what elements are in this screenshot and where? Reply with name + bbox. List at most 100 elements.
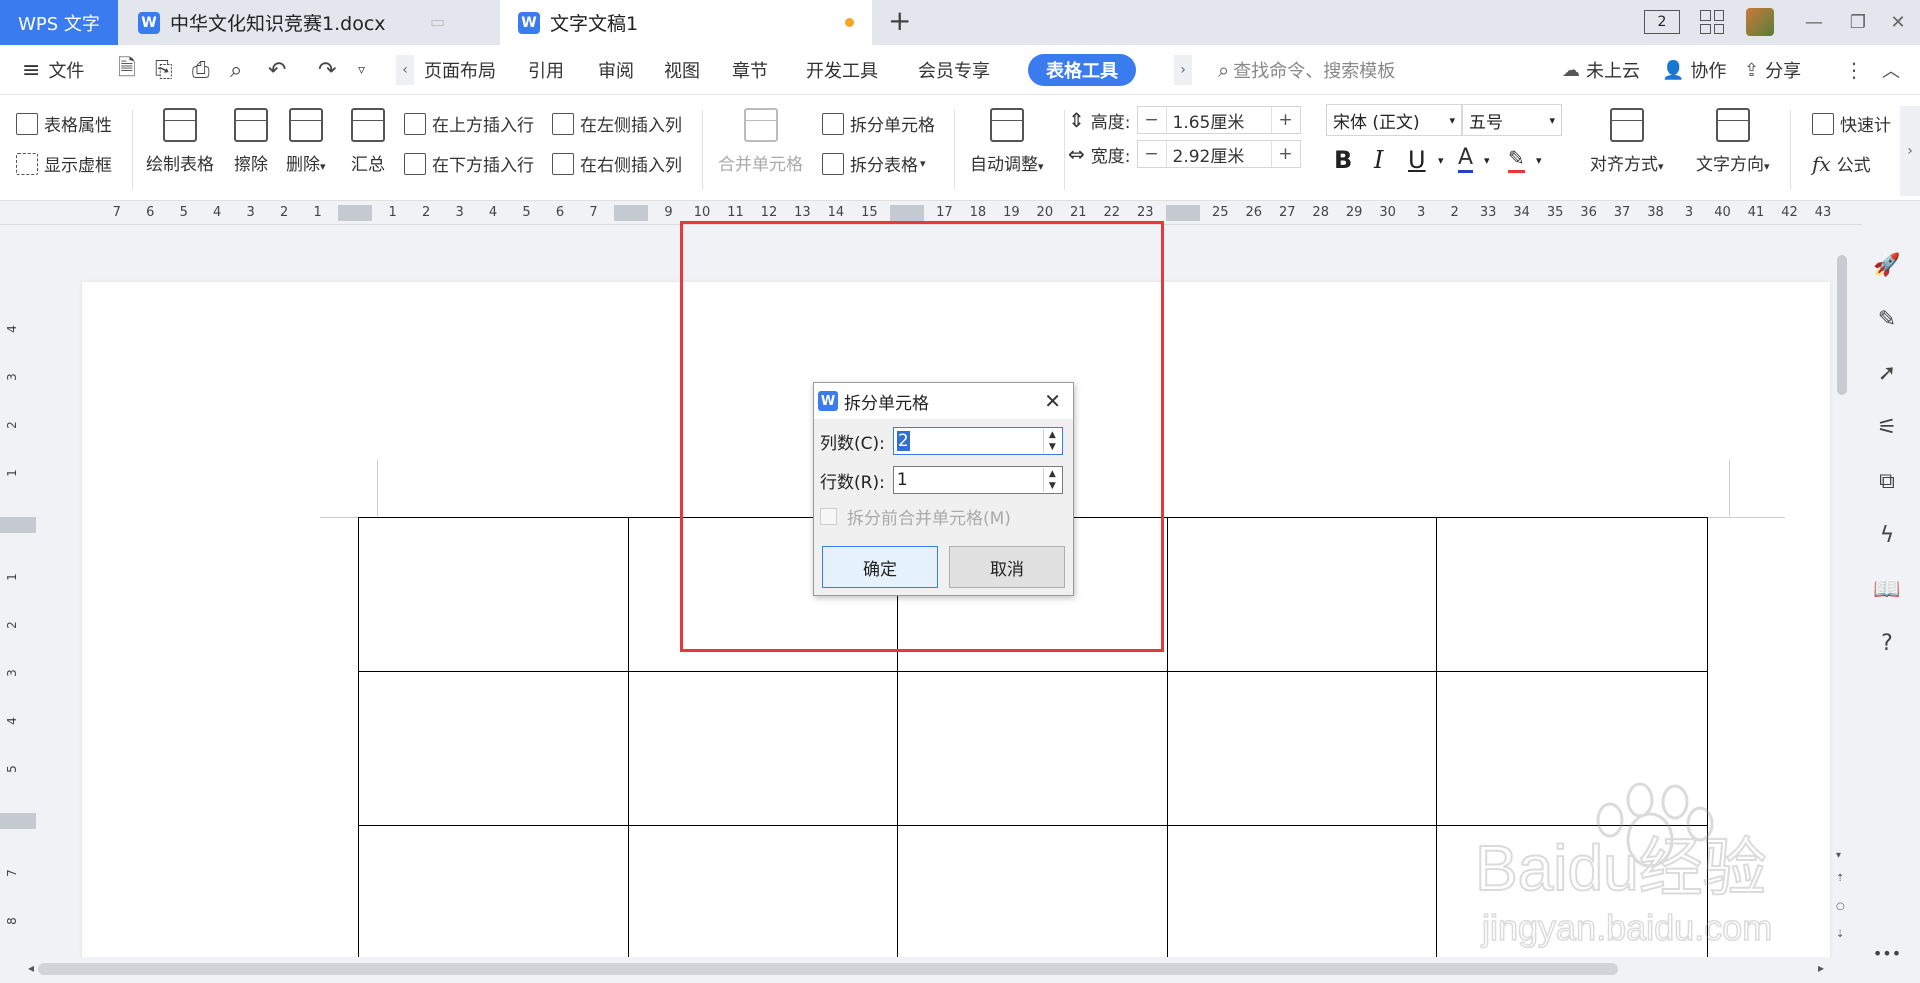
tab-developer[interactable]: 开发工具	[806, 45, 878, 95]
font-color-icon[interactable]: A	[1458, 146, 1474, 173]
italic-icon[interactable]: I	[1374, 146, 1383, 174]
scrollbar-thumb[interactable]	[38, 963, 1618, 975]
sliders-icon[interactable]: ⚟	[1872, 412, 1902, 442]
merge-before-checkbox[interactable]	[820, 508, 837, 525]
new-tab-button[interactable]: +	[888, 4, 911, 37]
col-width-stepper[interactable]: − 2.92厘米 +	[1136, 140, 1301, 168]
formula-button[interactable]: fx 公式	[1812, 151, 1871, 177]
bold-icon[interactable]: B	[1334, 146, 1352, 174]
undo-icon[interactable]: ↶	[268, 45, 286, 95]
dropdown-caret-icon[interactable]: ▾	[1484, 154, 1490, 167]
file-menu[interactable]: ≡ 文件	[22, 45, 84, 95]
increase-width-button[interactable]: +	[1272, 144, 1300, 164]
redo-icon[interactable]: ↷	[318, 45, 336, 95]
align-button[interactable]: 对齐方式▾	[1590, 108, 1664, 175]
tab-document-2[interactable]: W 文字文稿1	[500, 0, 872, 45]
pen-icon[interactable]: ✎	[1872, 304, 1902, 334]
close-icon[interactable]: ✕	[1044, 389, 1061, 413]
table-cell[interactable]	[628, 672, 899, 826]
cloud-status-button[interactable]: ☁ 未上云	[1562, 45, 1640, 95]
dialog-title-bar[interactable]: W 拆分单元格 ✕	[814, 383, 1073, 419]
print-preview-icon[interactable]: ⌕	[230, 45, 242, 95]
scroll-left-icon[interactable]: ‹	[396, 55, 414, 85]
table-cell[interactable]	[359, 672, 629, 826]
draw-table-button[interactable]: 绘制表格	[146, 108, 214, 175]
table-cell[interactable]	[1437, 518, 1707, 672]
font-family-select[interactable]: 宋体 (正文) ▾	[1326, 104, 1462, 136]
dropdown-caret-icon[interactable]: ▾	[1438, 154, 1444, 167]
lightning-icon[interactable]: ϟ	[1872, 520, 1902, 550]
prev-page-icon[interactable]: ⇡	[1836, 873, 1844, 884]
table-cell[interactable]	[1167, 518, 1438, 672]
split-table-button[interactable]: 拆分表格 ▾	[822, 151, 926, 176]
scrollbar-thumb[interactable]	[1837, 255, 1847, 395]
increase-height-button[interactable]: +	[1272, 110, 1300, 130]
show-grid-button[interactable]: 显示虚框	[16, 151, 112, 176]
collapse-ribbon-icon[interactable]: ︿	[1882, 45, 1900, 95]
page-count-button[interactable]: 2	[1644, 10, 1680, 34]
apps-grid-icon[interactable]	[1700, 10, 1724, 34]
tab-table-tools[interactable]: 表格工具	[1028, 54, 1136, 86]
close-icon[interactable]: ✕	[1876, 0, 1920, 45]
insert-row-below-button[interactable]: 在下方插入行	[404, 151, 534, 176]
more-icon[interactable]: ⋮	[1844, 45, 1864, 95]
tab-references[interactable]: 引用	[528, 45, 564, 95]
scroll-right-icon[interactable]: ▸	[1818, 961, 1824, 975]
table-cell[interactable]	[359, 518, 629, 672]
decrease-height-button[interactable]: −	[1138, 110, 1166, 130]
table-properties-button[interactable]: 表格属性	[16, 111, 112, 136]
collab-button[interactable]: 👤 协作	[1662, 45, 1726, 95]
ok-button[interactable]: 确定	[822, 546, 938, 588]
table-cell[interactable]	[1167, 672, 1438, 826]
split-cells-button[interactable]: 拆分单元格	[822, 111, 935, 136]
horizontal-scrollbar[interactable]: ◂ ▸	[24, 957, 1834, 981]
decrease-icon[interactable]: ▼	[1044, 480, 1061, 492]
save-icon[interactable]: 🗎	[118, 45, 136, 95]
auto-fit-button[interactable]: 自动调整▾	[970, 108, 1044, 175]
insert-row-above-button[interactable]: 在上方插入行	[404, 111, 534, 136]
underline-icon[interactable]: U	[1408, 146, 1426, 174]
text-direction-button[interactable]: 文字方向▾	[1696, 108, 1770, 175]
cursor-icon[interactable]: ➚	[1872, 358, 1902, 388]
vertical-scrollbar[interactable]: ▾ ⇡ ○ ⇣	[1834, 225, 1850, 955]
book-search-icon[interactable]: 📖	[1872, 574, 1902, 604]
avatar[interactable]	[1746, 8, 1774, 36]
table-cell[interactable]	[898, 672, 1168, 826]
tab-view[interactable]: 视图	[664, 45, 700, 95]
erase-button[interactable]: 擦除	[234, 108, 268, 175]
tab-document-1[interactable]: W 中华文化知识竞赛1.docx ▭	[120, 0, 498, 45]
quick-access-more-icon[interactable]: ▿	[358, 45, 365, 95]
help-icon[interactable]: ?	[1872, 628, 1902, 658]
cancel-button[interactable]: 取消	[949, 546, 1065, 588]
export-pdf-icon[interactable]: ⎘	[155, 45, 173, 95]
search-box[interactable]: ⌕ 查找命令、搜索模板	[1218, 45, 1395, 95]
image-icon[interactable]: ⧉	[1872, 466, 1902, 496]
scroll-down-icon[interactable]: ▾	[1836, 850, 1841, 861]
decrease-width-button[interactable]: −	[1138, 144, 1166, 164]
highlight-pen-icon[interactable]: ✎	[1508, 146, 1525, 173]
tab-member[interactable]: 会员专享	[918, 45, 990, 95]
font-size-select[interactable]: 五号 ▾	[1462, 104, 1562, 136]
restore-icon[interactable]: ❐	[1836, 0, 1880, 45]
select-browse-icon[interactable]: ○	[1836, 901, 1845, 912]
columns-stepper[interactable]: 2 ▲ ▼	[892, 427, 1063, 455]
insert-col-right-button[interactable]: 在右侧插入列	[552, 151, 682, 176]
print-icon[interactable]: ⎙	[192, 45, 210, 95]
wps-home-tab[interactable]: WPS 文字	[0, 0, 118, 45]
ribbon-scroll-right-icon[interactable]: ›	[1900, 106, 1920, 196]
more-horizontal-icon[interactable]: •••	[1872, 938, 1902, 968]
minimize-icon[interactable]: —	[1792, 0, 1836, 45]
quick-calc-button[interactable]: 快速计	[1812, 111, 1891, 136]
next-page-icon[interactable]: ⇣	[1836, 929, 1844, 940]
rows-stepper[interactable]: 1 ▲ ▼	[892, 466, 1063, 494]
summary-button[interactable]: 汇总	[351, 108, 385, 175]
tab-page-layout[interactable]: 页面布局	[424, 45, 496, 95]
decrease-icon[interactable]: ▼	[1044, 441, 1061, 453]
increase-icon[interactable]: ▲	[1044, 468, 1061, 480]
increase-icon[interactable]: ▲	[1044, 429, 1061, 441]
scroll-left-icon[interactable]: ◂	[28, 961, 34, 975]
dropdown-caret-icon[interactable]: ▾	[1536, 154, 1542, 167]
row-height-stepper[interactable]: − 1.65厘米 +	[1136, 106, 1301, 134]
merge-cells-button[interactable]: 合并单元格	[718, 108, 803, 175]
insert-col-left-button[interactable]: 在左侧插入列	[552, 111, 682, 136]
